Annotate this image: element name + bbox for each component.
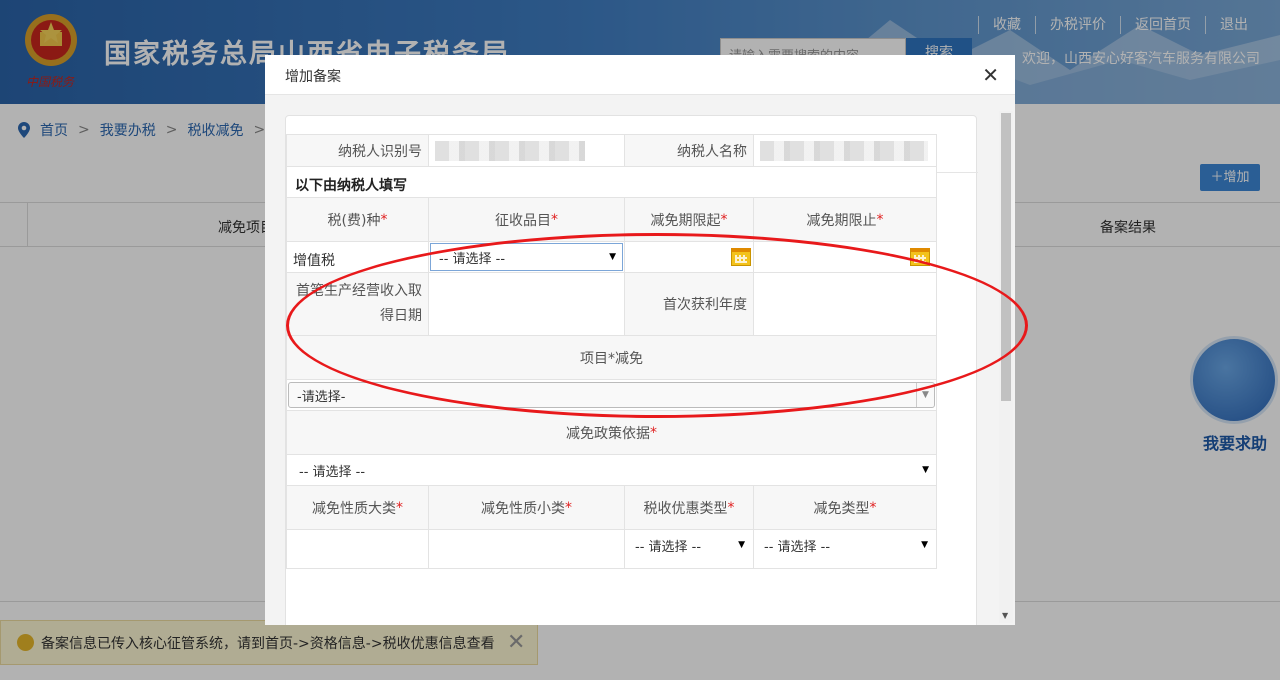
exempt-type-cell: -- 请选择 -- ▼ [753, 529, 937, 569]
tax-type-header: 税(费)种 * [286, 197, 429, 242]
period-end-header: 减免期限止 * [753, 197, 937, 242]
item-select[interactable]: -- 请选择 -- ▼ [430, 243, 623, 271]
tax-type-value: 增值税 [286, 241, 429, 273]
exempt-project-select[interactable]: -请选择- ▼ [288, 382, 935, 408]
dropdown-arrow-icon: ▼ [738, 540, 745, 550]
dialog-scrollbar[interactable]: ▼ [999, 111, 1013, 623]
preference-type-select[interactable]: -- 请选择 -- ▼ [627, 532, 751, 558]
redacted-id [435, 141, 585, 161]
redacted-name [760, 141, 928, 161]
period-start-input[interactable] [624, 241, 754, 273]
taxpayer-id-value [428, 134, 625, 167]
dropdown-arrow-icon: ▼ [922, 465, 929, 475]
close-icon[interactable]: ✕ [982, 63, 999, 87]
exempt-type-select[interactable]: -- 请选择 -- ▼ [756, 532, 934, 558]
add-filing-dialog: 增加备案 ✕ 纳税人减免税备案登记表 ▼ 纳税人识别号 纳税人名称 以下由纳税人… [265, 55, 1015, 625]
preference-type-cell: -- 请选择 -- ▼ [624, 529, 754, 569]
nature-minor-input[interactable] [428, 529, 625, 569]
period-end-input[interactable] [753, 241, 937, 273]
dialog-header: 增加备案 ✕ [265, 55, 1015, 95]
dropdown-arrow-icon: ▼ [921, 540, 928, 550]
nature-major-input[interactable] [286, 529, 429, 569]
dialog-title: 增加备案 [285, 69, 341, 85]
taxpayer-id-label: 纳税人识别号 [286, 134, 429, 167]
policy-basis-label: 减免政策依据 * [286, 410, 937, 455]
taxpayer-name-label: 纳税人名称 [624, 134, 754, 167]
policy-basis-cell: -- 请选择 -- ▼ [286, 454, 937, 486]
preference-type-label: 税收优惠类型 * [624, 485, 754, 530]
item-cell: -- 请选择 -- ▼ [428, 241, 625, 273]
dropdown-arrow-icon: ▼ [609, 252, 616, 262]
policy-basis-select[interactable]: -- 请选择 -- ▼ [289, 457, 935, 483]
scrollbar-thumb[interactable] [1001, 113, 1011, 401]
nature-minor-label: 减免性质小类 * [428, 485, 625, 530]
calendar-icon[interactable] [910, 248, 930, 266]
calendar-icon[interactable] [731, 248, 751, 266]
period-start-header: 减免期限起 * [624, 197, 754, 242]
scroll-down-arrow-icon[interactable]: ▼ [1002, 611, 1008, 620]
exempt-type-label: 减免类型 * [753, 485, 937, 530]
first-income-date-input[interactable] [428, 272, 625, 336]
first-profit-year-label: 首次获利年度 [624, 272, 754, 336]
first-income-date-label: 首笔生产经营收入取得日期 [286, 272, 429, 336]
item-header: 征收品目 * [428, 197, 625, 242]
first-profit-year-input[interactable] [753, 272, 937, 336]
taxpayer-name-value [753, 134, 937, 167]
nature-major-label: 减免性质大类 * [286, 485, 429, 530]
exempt-project-label: 项目*减免 [286, 335, 937, 380]
dropdown-arrow-icon: ▼ [916, 383, 934, 407]
section-note: 以下由纳税人填写 [286, 166, 937, 198]
exempt-project-cell: -请选择- ▼ [286, 379, 937, 411]
